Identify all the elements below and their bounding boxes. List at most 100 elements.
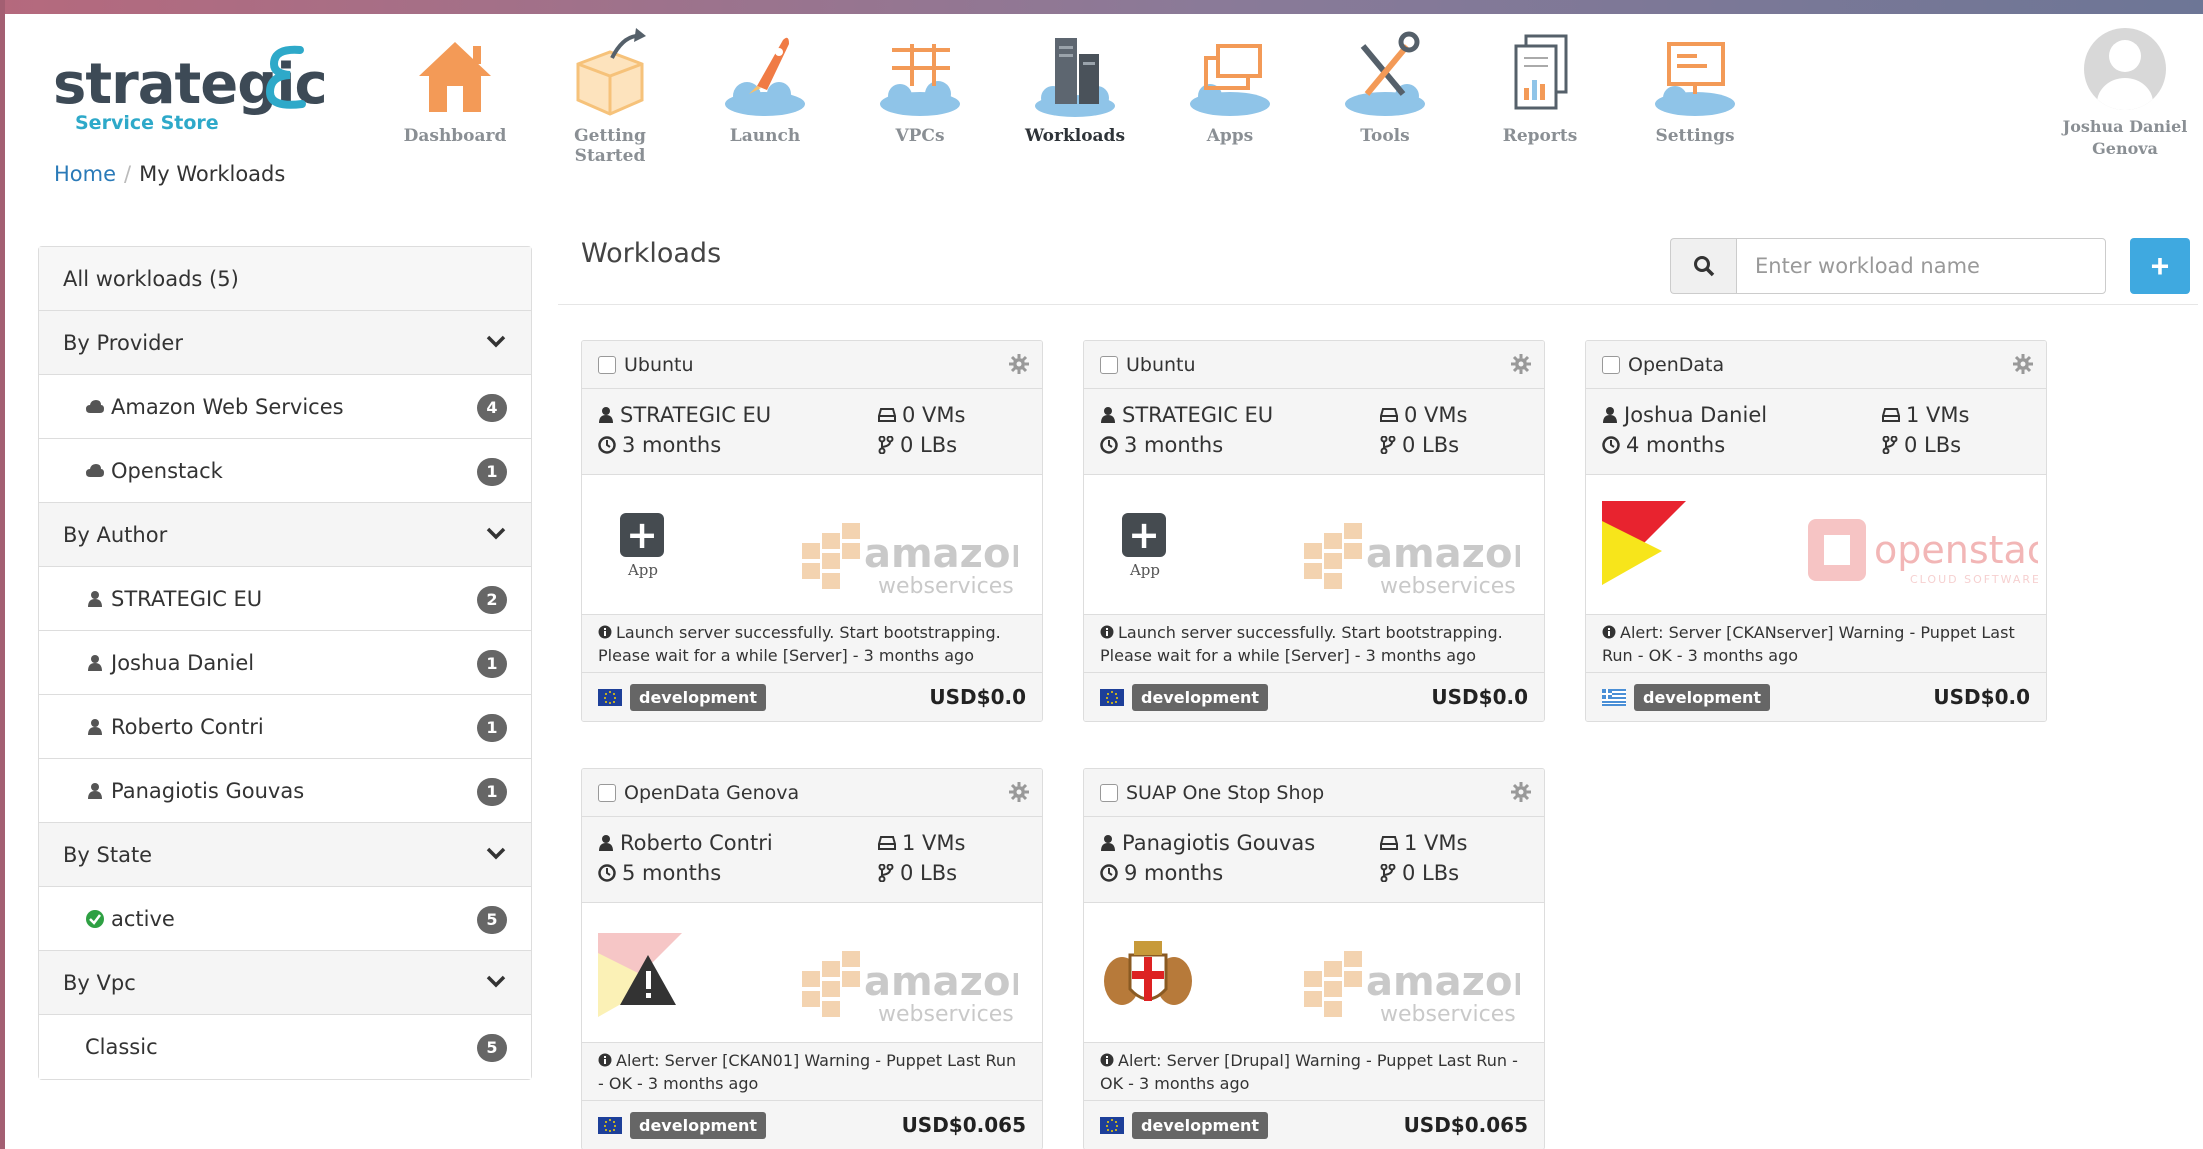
filter-item-label: Roberto Contri	[111, 714, 264, 739]
age-text: 3 months	[622, 433, 722, 457]
filter-all-workloads[interactable]: All workloads (5)	[39, 247, 531, 311]
card-image-area: + App amazonwebservices	[582, 475, 1042, 615]
dashboard-icon	[419, 42, 491, 112]
info-icon	[1100, 625, 1114, 639]
card-image-area: openstackCLOUD SOFTWARE	[1586, 475, 2046, 615]
status-text: Alert: Server [CKAN01] Warning - Puppet …	[598, 1051, 1017, 1093]
add-workload-button[interactable]: +	[2130, 238, 2190, 294]
environment-badge: development	[1634, 683, 1771, 711]
filter-item-label: STRATEGIC EU	[111, 586, 263, 611]
add-app-button[interactable]: + App	[620, 513, 666, 579]
select-checkbox[interactable]	[598, 783, 616, 802]
nav-tools[interactable]: Tools	[1315, 24, 1455, 146]
card-author: Joshua Daniel	[1602, 403, 1767, 427]
filter-item-openstack[interactable]: Openstack 1	[39, 439, 531, 503]
clock-icon	[1100, 436, 1118, 454]
workload-card[interactable]: Ubuntu STRATEGIC EU 3 months 0 VMs 0 LBs	[581, 340, 1043, 722]
genova-crest-image	[1104, 941, 1192, 1005]
card-header: OpenData Genova	[582, 769, 1042, 817]
search-button[interactable]	[1670, 238, 1736, 294]
card-age: 4 months	[1602, 433, 1725, 457]
provider-logo-sub: webservices	[1380, 574, 1516, 599]
workload-card[interactable]: OpenData Genova Roberto Contri 5 months …	[581, 768, 1043, 1149]
nav-vpcs[interactable]: VPCs	[850, 24, 990, 146]
nav-workloads[interactable]: Workloads	[1005, 24, 1145, 146]
chevron-down-icon	[486, 527, 506, 540]
card-image-area: amazonwebservices	[1084, 903, 1544, 1043]
lbs-count: 0 LBs	[1402, 433, 1460, 457]
environment-badge: development	[1132, 1111, 1269, 1139]
count-badge: 1	[477, 458, 507, 486]
nav-settings[interactable]: Settings	[1625, 24, 1765, 146]
card-status-message: Launch server successfully. Start bootst…	[582, 615, 1042, 673]
gear-icon[interactable]	[1510, 781, 1532, 803]
filter-item-label: Openstack	[111, 458, 223, 483]
card-info: Roberto Contri 5 months 1 VMs 0 LBs	[582, 817, 1042, 903]
nav-dashboard[interactable]: Dashboard	[385, 24, 525, 146]
filter-group-author[interactable]: By Author	[39, 503, 531, 567]
card-lbs: 0 LBs	[1380, 861, 1459, 885]
filter-item-active[interactable]: active 5	[39, 887, 531, 951]
card-age: 3 months	[598, 433, 721, 457]
filter-item-label: Amazon Web Services	[111, 394, 344, 419]
card-image-area: + App amazonwebservices	[1084, 475, 1544, 615]
aws-logo: amazonwebservices	[1304, 951, 1520, 1027]
filter-item-classic[interactable]: Classic 5	[39, 1015, 531, 1079]
author-name: STRATEGIC EU	[620, 403, 772, 427]
card-info: STRATEGIC EU 3 months 0 VMs 0 LBs	[582, 389, 1042, 475]
opendata-logo	[1602, 501, 1686, 585]
eu-flag-icon	[1100, 1116, 1124, 1134]
select-checkbox[interactable]	[598, 355, 616, 374]
add-app-button[interactable]: + App	[1122, 513, 1168, 579]
search-input[interactable]	[1736, 238, 2106, 294]
filter-group-provider[interactable]: By Provider	[39, 311, 531, 375]
count-badge: 5	[477, 906, 507, 934]
workload-name: Ubuntu	[624, 353, 694, 376]
filter-item-author[interactable]: STRATEGIC EU 2	[39, 567, 531, 631]
filter-item-aws[interactable]: Amazon Web Services 4	[39, 375, 531, 439]
workload-card[interactable]: OpenData Joshua Daniel 4 months 1 VMs 0 …	[1585, 340, 2047, 722]
filter-item-author[interactable]: Panagiotis Gouvas 1	[39, 759, 531, 823]
nav-getting-started[interactable]: Getting Started	[540, 24, 680, 166]
status-text: Alert: Server [CKANserver] Warning - Pup…	[1602, 623, 2015, 665]
price: USD$0.0	[1431, 685, 1528, 709]
gear-icon[interactable]	[1008, 353, 1030, 375]
user-menu[interactable]: Joshua Daniel Genova	[2055, 28, 2195, 160]
select-checkbox[interactable]	[1100, 355, 1118, 374]
card-footer: development USD$0.065	[582, 1101, 1042, 1149]
gear-icon[interactable]	[1510, 353, 1532, 375]
status-text: Alert: Server [Drupal] Warning - Puppet …	[1100, 1051, 1518, 1093]
select-checkbox[interactable]	[1100, 783, 1118, 802]
nav-launch[interactable]: Launch	[695, 24, 835, 146]
card-info: Panagiotis Gouvas 9 months 1 VMs 0 LBs	[1084, 817, 1544, 903]
breadcrumb: Home / My Workloads	[54, 162, 285, 186]
price: USD$0.065	[901, 1113, 1026, 1137]
card-lbs: 0 LBs	[1380, 433, 1459, 457]
workload-card[interactable]: Ubuntu STRATEGIC EU 3 months 0 VMs 0 LBs	[1083, 340, 1545, 722]
workload-card[interactable]: SUAP One Stop Shop Panagiotis Gouvas 9 m…	[1083, 768, 1545, 1149]
fork-icon	[1882, 436, 1898, 454]
breadcrumb-separator: /	[124, 162, 132, 186]
aws-logo: amazonwebservices	[802, 951, 1018, 1027]
filter-group-state[interactable]: By State	[39, 823, 531, 887]
page: strategic Service Store Dashboard Gettin…	[5, 14, 2203, 1149]
filter-item-author[interactable]: Roberto Contri 1	[39, 695, 531, 759]
provider-logo-text: amazon	[1366, 531, 1520, 577]
filter-item-author[interactable]: Joshua Daniel 1	[39, 631, 531, 695]
lbs-count: 0 LBs	[1402, 861, 1460, 885]
gear-icon[interactable]	[1008, 781, 1030, 803]
vms-count: 1 VMs	[1906, 403, 1970, 427]
card-age: 5 months	[598, 861, 721, 885]
card-status-message: Alert: Server [Drupal] Warning - Puppet …	[1084, 1043, 1544, 1101]
filter-group-title: By Author	[63, 522, 168, 547]
nav-apps[interactable]: Apps	[1160, 24, 1300, 146]
select-checkbox[interactable]	[1602, 355, 1620, 374]
breadcrumb-home-link[interactable]: Home	[54, 162, 116, 186]
nav-reports[interactable]: Reports	[1470, 24, 1610, 146]
nav-label: Tools	[1360, 126, 1410, 146]
brand-logo[interactable]: strategic Service Store	[53, 42, 328, 142]
vms-count: 0 VMs	[1404, 403, 1468, 427]
filter-group-vpc[interactable]: By Vpc	[39, 951, 531, 1015]
gear-icon[interactable]	[2012, 353, 2034, 375]
card-author: Panagiotis Gouvas	[1100, 831, 1315, 855]
